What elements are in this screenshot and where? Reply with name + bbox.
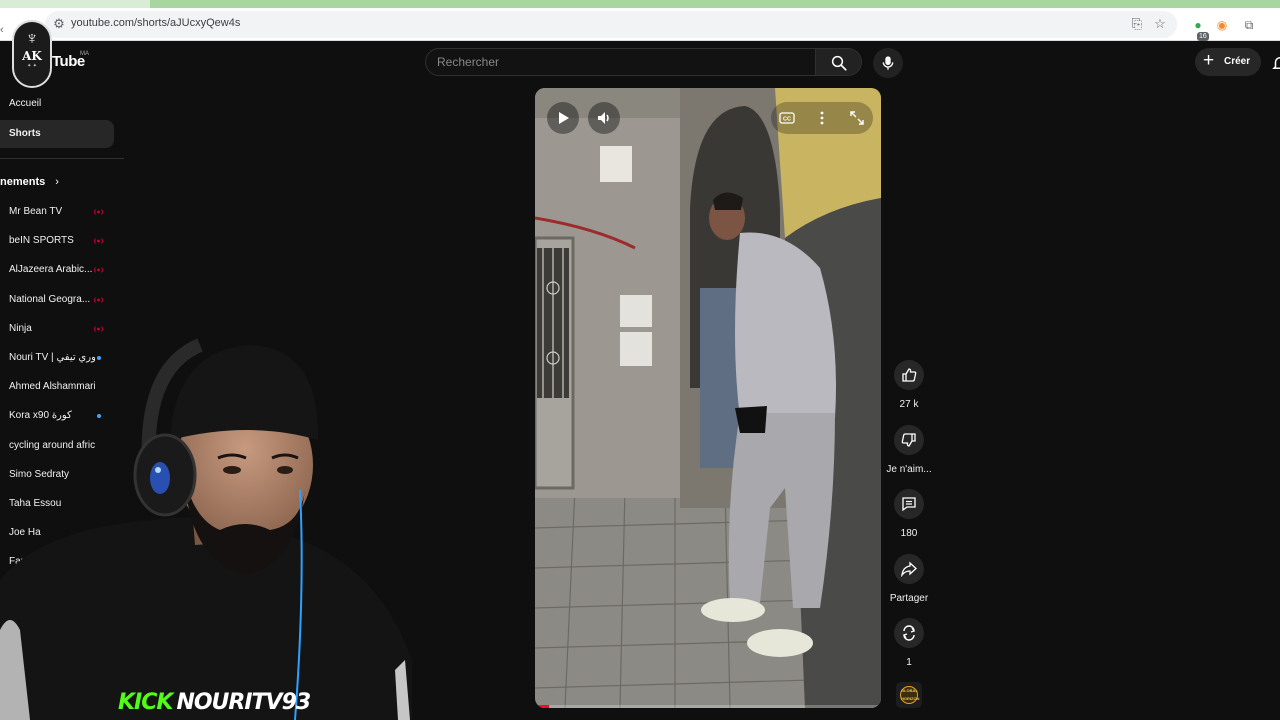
- subscription-channel-name: Mr Bean TV: [9, 206, 63, 217]
- voice-search-button[interactable]: [873, 48, 903, 78]
- share-action[interactable]: Partager: [885, 554, 933, 604]
- subscription-item[interactable]: National Geogra...: [0, 285, 114, 313]
- dislike-button[interactable]: [894, 425, 924, 455]
- svg-text:CC: CC: [783, 117, 791, 123]
- subscription-item[interactable]: beIN SPORTS: [0, 226, 114, 254]
- kick-handle: NOURITV93: [176, 690, 311, 715]
- fullscreen-icon[interactable]: [849, 110, 865, 126]
- like-action[interactable]: 27 k: [885, 360, 933, 410]
- subscription-item[interactable]: Mr Bean TV: [0, 197, 114, 225]
- search-box[interactable]: [425, 48, 816, 76]
- share-arrow-icon: [901, 561, 917, 577]
- sidebar-item-label: Accueil: [9, 98, 42, 109]
- create-button-label: Créer: [1224, 56, 1251, 67]
- video-progress-fill: [535, 705, 549, 708]
- channel-avatar[interactable]: GLOBAL HORIZON: [896, 682, 922, 708]
- comments-action[interactable]: 180: [885, 489, 933, 539]
- site-info-icon[interactable]: ⚙: [51, 16, 67, 32]
- country-code: MA: [80, 51, 89, 57]
- subscription-channel-name: National Geogra...: [9, 293, 91, 305]
- play-button[interactable]: [547, 102, 579, 134]
- share-button[interactable]: [894, 554, 924, 584]
- address-bar[interactable]: ⚙ youtube.com/shorts/aJUcxyQew4s ⎘ ☆: [45, 11, 1177, 38]
- live-broadcast-icon: [94, 209, 103, 215]
- browser-toolbar: ‹ ↻ ⚙ youtube.com/shorts/aJUcxyQew4s ⎘ ☆…: [0, 8, 1280, 41]
- extension-icon[interactable]: ●: [1190, 17, 1206, 33]
- kick-channel-banner: KICK NOURITV93: [118, 690, 311, 715]
- sidebar-item-label: Shorts: [9, 128, 41, 139]
- live-broadcast-icon: [94, 238, 103, 244]
- search-button[interactable]: [816, 48, 862, 76]
- volume-button[interactable]: [588, 102, 620, 134]
- subscription-channel-name: AlJazeera Arabic...: [9, 264, 93, 276]
- active-tab-edge: [150, 0, 1280, 8]
- subscriptions-title: nements: [0, 176, 46, 188]
- create-button[interactable]: + Créer: [1195, 48, 1261, 76]
- microphone-icon: [882, 56, 894, 70]
- thumbs-up-icon: [902, 368, 917, 382]
- like-count: 27 k: [899, 399, 919, 410]
- chevron-right-icon: ›: [55, 176, 59, 188]
- comment-count: 180: [900, 528, 918, 539]
- search-input[interactable]: [426, 49, 815, 75]
- subscription-item[interactable]: AlJazeera Arabic...: [0, 255, 114, 283]
- comments-button[interactable]: [894, 489, 924, 519]
- streamer-webcam-image: [0, 338, 412, 720]
- eagle-icon: ♆: [25, 28, 39, 48]
- bookmark-star-icon[interactable]: ☆: [1152, 16, 1168, 32]
- volume-icon: [598, 112, 609, 124]
- browser-tab-strip: [0, 0, 1280, 8]
- subscriptions-header[interactable]: nements ›: [0, 176, 59, 188]
- more-options-icon[interactable]: [814, 110, 830, 126]
- video-frame: [535, 88, 881, 708]
- captions-icon[interactable]: CC: [779, 110, 795, 126]
- youtube-header: Tube MA + Créer: [0, 41, 1280, 85]
- remix-icon: [902, 625, 916, 641]
- shorts-video-player[interactable]: CC: [535, 88, 881, 708]
- extensions-puzzle-icon[interactable]: ⧉: [1241, 17, 1257, 33]
- badge-decoration: ✦ ✦: [27, 63, 37, 69]
- like-button[interactable]: [894, 360, 924, 390]
- dislike-label: Je n'aim...: [886, 464, 932, 475]
- kick-logo-text: KICK: [118, 690, 173, 715]
- play-icon: [559, 112, 569, 124]
- notifications-bell-icon[interactable]: [1271, 54, 1280, 70]
- thumbs-down-icon: [901, 433, 916, 447]
- video-progress-bar[interactable]: [535, 705, 881, 708]
- sidebar-item-home[interactable]: Accueil: [0, 90, 114, 118]
- live-broadcast-icon: [94, 296, 103, 303]
- install-app-icon[interactable]: ⎘: [1129, 16, 1145, 32]
- search-icon: [831, 55, 847, 71]
- subscription-channel-name: beIN SPORTS: [9, 235, 74, 247]
- remix-count: 1: [906, 657, 912, 668]
- sidebar-divider: [0, 158, 124, 159]
- extension-orange-icon[interactable]: ◉: [1214, 17, 1230, 33]
- dislike-action[interactable]: Je n'aim...: [885, 425, 933, 475]
- comment-icon: [902, 497, 916, 512]
- plus-icon: +: [1203, 50, 1215, 71]
- url-text[interactable]: youtube.com/shorts/aJUcxyQew4s: [71, 17, 240, 29]
- live-broadcast-icon: [94, 267, 103, 274]
- extension-badge: 16: [1197, 32, 1209, 41]
- badge-initials: AK: [22, 49, 42, 63]
- remix-button[interactable]: [894, 618, 924, 648]
- player-controls: CC: [771, 102, 873, 134]
- sidebar-item-shorts[interactable]: Shorts: [0, 120, 114, 148]
- channel-avatar-logo: GLOBAL HORIZON: [900, 686, 919, 704]
- remix-action[interactable]: 1: [885, 618, 933, 668]
- webcam-overlay: [0, 330, 412, 720]
- back-arrow-icon[interactable]: ‹: [0, 24, 4, 36]
- streamer-logo-badge: ♆ AK ✦ ✦: [12, 20, 52, 88]
- share-label: Partager: [889, 593, 929, 604]
